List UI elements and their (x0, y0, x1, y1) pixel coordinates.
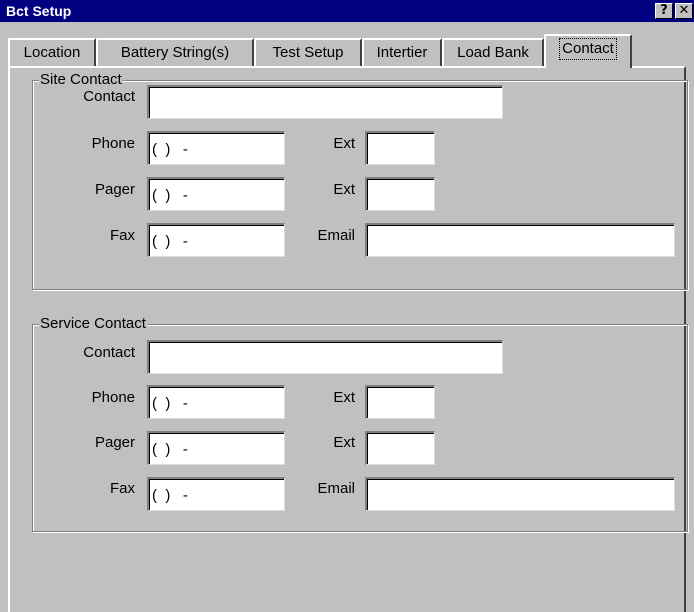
tab-contact-label: Contact (559, 38, 617, 60)
site-contact-field[interactable] (147, 85, 503, 119)
tab-battery-strings[interactable]: Battery String(s) (96, 38, 254, 66)
tab-intertier[interactable]: Intertier (362, 38, 442, 66)
tab-location[interactable]: Location (8, 38, 96, 66)
contact-tab-panel: Site Contact Contact Phone ( ) - Ext Pag… (8, 66, 688, 612)
site-fax-label: Fax (109, 227, 135, 244)
site-phone-label: Phone (91, 135, 135, 152)
site-contact-label: Contact (83, 88, 135, 105)
site-fax-field[interactable]: ( ) - (147, 223, 285, 257)
service-phone-ext-label: Ext (333, 389, 355, 406)
site-pager-ext-label: Ext (333, 181, 355, 198)
close-button[interactable]: ✕ (675, 3, 693, 19)
service-contact-group: Service Contact Contact Phone ( ) - Ext … (32, 315, 688, 532)
bct-setup-window: Bct Setup ? ✕ Location Battery String(s)… (0, 0, 694, 612)
service-pager-label: Pager (94, 434, 135, 451)
service-phone-field[interactable]: ( ) - (147, 385, 285, 419)
help-icon: ? (660, 3, 668, 18)
site-email-field[interactable] (365, 223, 675, 257)
site-phone-ext-label: Ext (333, 135, 355, 152)
window-title: Bct Setup (6, 3, 72, 19)
site-contact-group: Site Contact Contact Phone ( ) - Ext Pag… (32, 71, 688, 290)
service-phone-ext-field[interactable] (365, 385, 435, 419)
site-email-label: Email (317, 227, 355, 244)
site-pager-label: Pager (94, 181, 135, 198)
close-icon: ✕ (678, 3, 690, 18)
service-email-label: Email (317, 480, 355, 497)
service-contact-field[interactable] (147, 340, 503, 374)
service-fax-field[interactable]: ( ) - (147, 477, 285, 511)
title-bar[interactable]: Bct Setup ? ✕ (0, 0, 694, 22)
service-contact-title: Service Contact (39, 315, 147, 333)
help-button[interactable]: ? (655, 3, 673, 19)
site-contact-title: Site Contact (39, 71, 123, 89)
service-phone-label: Phone (91, 389, 135, 406)
tab-load-bank[interactable]: Load Bank (442, 38, 544, 66)
site-phone-ext-field[interactable] (365, 131, 435, 165)
service-pager-ext-field[interactable] (365, 431, 435, 465)
service-pager-ext-label: Ext (333, 434, 355, 451)
service-contact-label: Contact (83, 344, 135, 361)
site-pager-ext-field[interactable] (365, 177, 435, 211)
tab-test-setup[interactable]: Test Setup (254, 38, 362, 66)
site-pager-field[interactable]: ( ) - (147, 177, 285, 211)
tab-contact[interactable]: Contact (544, 34, 632, 68)
service-email-field[interactable] (365, 477, 675, 511)
site-phone-field[interactable]: ( ) - (147, 131, 285, 165)
service-fax-label: Fax (109, 480, 135, 497)
service-pager-field[interactable]: ( ) - (147, 431, 285, 465)
